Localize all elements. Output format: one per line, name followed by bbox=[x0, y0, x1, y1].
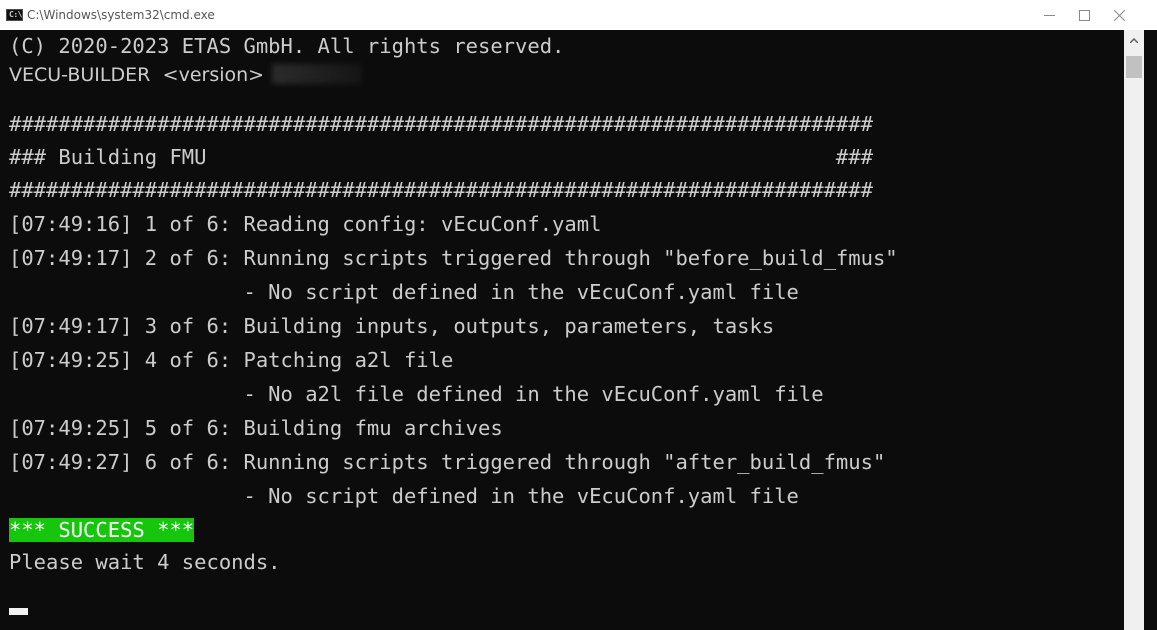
close-button[interactable] bbox=[1097, 0, 1141, 30]
vertical-scrollbar[interactable] bbox=[1124, 30, 1144, 630]
terminal-line-success: *** SUCCESS *** bbox=[9, 516, 195, 544]
terminal-line-wait: Please wait 4 seconds. bbox=[9, 550, 281, 574]
maximize-icon bbox=[1079, 10, 1090, 21]
terminal-line-copyright: (C) 2020-2023 ETAS GmbH. All rights rese… bbox=[9, 34, 565, 58]
terminal-output[interactable]: (C) 2020-2023 ETAS GmbH. All rights rese… bbox=[0, 30, 1124, 630]
close-icon bbox=[1114, 10, 1125, 21]
redacted-version-blur bbox=[272, 64, 363, 84]
terminal-line-step-2-note: - No script defined in the vEcuConf.yaml… bbox=[9, 280, 799, 304]
cmd-app-icon[interactable]: C:\ bbox=[6, 9, 23, 21]
terminal-line-version: VECU-BUILDER <version> bbox=[9, 60, 363, 88]
terminal-line-banner-bottom: ########################################… bbox=[9, 178, 873, 202]
text-cursor bbox=[9, 608, 28, 615]
terminal-line-step-6: [07:49:27] 6 of 6: Running scripts trigg… bbox=[9, 450, 886, 474]
terminal-line-step-2: [07:49:17] 2 of 6: Running scripts trigg… bbox=[9, 246, 898, 270]
chevron-up-icon bbox=[1130, 38, 1138, 43]
terminal-line-step-5: [07:49:25] 5 of 6: Building fmu archives bbox=[9, 416, 503, 440]
terminal-line-banner-title: ### Building FMU ### bbox=[9, 145, 873, 169]
terminal-line-step-1: [07:49:16] 1 of 6: Reading config: vEcuC… bbox=[9, 212, 602, 236]
scroll-up-button[interactable] bbox=[1124, 30, 1144, 52]
scrollbar-thumb[interactable] bbox=[1126, 56, 1142, 78]
terminal-line-step-3: [07:49:17] 3 of 6: Building inputs, outp… bbox=[9, 314, 775, 338]
success-badge: *** SUCCESS *** bbox=[9, 518, 195, 542]
terminal-line-step-4-note: - No a2l file defined in the vEcuConf.ya… bbox=[9, 382, 824, 406]
builder-name: VECU-BUILDER bbox=[9, 64, 151, 86]
cmd-window: C:\ C:\Windows\system32\cmd.exe (C) 2020… bbox=[0, 0, 1157, 630]
title-bar[interactable]: C:\ C:\Windows\system32\cmd.exe bbox=[0, 0, 1157, 30]
terminal-line-banner-top: ########################################… bbox=[9, 112, 873, 136]
builder-version: <version> bbox=[162, 64, 265, 86]
terminal-line-step-6-note: - No script defined in the vEcuConf.yaml… bbox=[9, 484, 799, 508]
window-title: C:\Windows\system32\cmd.exe bbox=[27, 8, 215, 22]
terminal-line-step-4: [07:49:25] 4 of 6: Patching a2l file bbox=[9, 348, 454, 372]
minimize-icon bbox=[1044, 15, 1055, 16]
app-icon-label: C:\ bbox=[9, 10, 22, 19]
